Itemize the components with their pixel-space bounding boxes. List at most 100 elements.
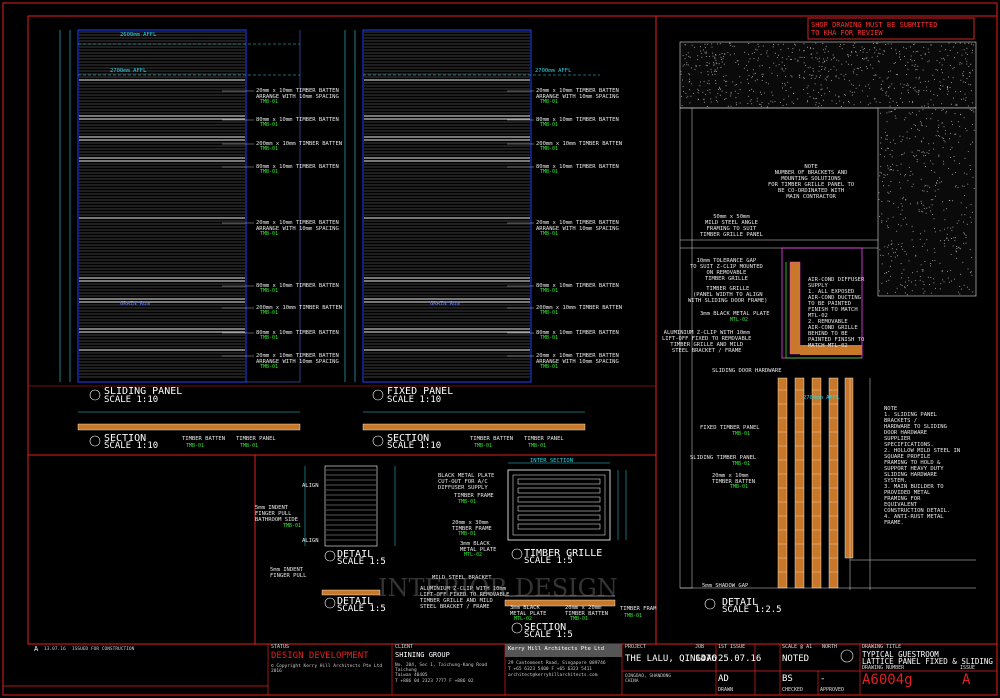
- sliding-panel-scale: SCALE 1:10: [104, 395, 159, 405]
- finger-pull-tag: TMB-01: [283, 523, 302, 529]
- sliding-batten-tag: TMB-01: [260, 231, 279, 237]
- scale-label: SCALE @ A1: [782, 644, 813, 650]
- ld-affl: 2700mm AFFL: [803, 395, 840, 401]
- section-right-scale: SCALE 1:10: [387, 441, 442, 451]
- revision-letter: A: [34, 645, 39, 653]
- finger-align-top: ALIGN: [302, 483, 319, 489]
- fixed-batten-tag: TMB-01: [540, 335, 559, 341]
- fixed-panel-scale: SCALE 1:10: [387, 395, 442, 405]
- sliding-batten-tag: TMB-01: [260, 146, 279, 152]
- ld-hardware: SLIDING DOOR HARDWARE: [712, 368, 782, 374]
- ld-fixed-timber: FIXED TIMBER PANEL: [700, 425, 760, 431]
- sliding-batten-tag: TMB-01: [260, 310, 279, 316]
- revision-date: 13.07.16: [44, 647, 66, 652]
- ld-zclip: ALUMINIUM Z-CLIP WITH 10mm LIFT-OFF FIXE…: [662, 330, 752, 354]
- section-left-scale: SCALE 1:10: [104, 441, 159, 451]
- revision-text: ISSUED FOR CONSTRUCTION: [72, 647, 135, 652]
- status-label: STATUS: [271, 644, 290, 650]
- ld-fixed-tag: TMB-01: [732, 431, 751, 437]
- ld-grille-panel: TIMBER GRILLE (PANEL WIDTH TO ALIGN WITH…: [688, 286, 768, 304]
- approved-label: APPROVED: [820, 687, 845, 693]
- ld-sliding-tag: TMB-01: [732, 461, 751, 467]
- large-detail-scale: SCALE 1:2.5: [722, 605, 782, 615]
- status-value: DESIGN DEVELOPMENT: [271, 651, 369, 661]
- sliding-batten-tag: TMB-01: [260, 364, 279, 370]
- section-right-batten-tag: TMB-01: [474, 443, 493, 449]
- sliding-batten-tag: TMB-01: [260, 288, 279, 294]
- detail-finger2-scale: SCALE 1:5: [337, 604, 386, 614]
- grille-section-label: INTER SECTION: [530, 458, 574, 464]
- architect-mail: architect@kerryhillarchitects.com: [508, 673, 598, 678]
- ld-note: NOTE NUMBER OF BRACKETS AND MOUNTING SOL…: [768, 164, 855, 200]
- ld-batten-tag: TMB-01: [730, 484, 749, 490]
- fixed-batten-tag: TMB-01: [540, 364, 559, 370]
- architect-tel: T +65 6323 5400 F +65 6323 5411: [508, 667, 592, 672]
- sliding-grain-run: GRAIN RUN: [120, 301, 150, 307]
- grille-metal-tag: MTL-02: [464, 552, 483, 558]
- sliding-dim-top: 2600mm AFFL: [120, 32, 157, 38]
- review-notice: SHOP DRAWING MUST BE SUBMITTED TO KHA FO…: [811, 21, 938, 37]
- section-grille-scale: SCALE 1:5: [524, 630, 573, 640]
- grille-scale: SCALE 1:5: [524, 556, 573, 566]
- sliding-batten-tag: TMB-01: [260, 169, 279, 175]
- first-issue-label: 1ST ISSUE: [718, 644, 746, 650]
- fixed-grain-run: GRAIN RUN: [430, 301, 460, 307]
- client-label: CLIENT: [395, 644, 414, 650]
- fixed-dim-second: 2700mm AFFL: [535, 68, 572, 74]
- architect-name: Kerry Hill Architects Pte Ltd: [508, 646, 605, 652]
- fixed-batten-tag: TMB-01: [540, 169, 559, 175]
- finger-align-bottom: ALIGN: [302, 538, 319, 544]
- grille-plate-note: BLACK METAL PLATE CUT-OUT FOR A/C DIFFUS…: [438, 473, 495, 491]
- section-left-batten-tag: TMB-01: [186, 443, 205, 449]
- north-label: NORTH: [822, 644, 838, 650]
- sliding-batten-tag: TMB-01: [260, 99, 279, 105]
- project-label: PROJECT: [625, 644, 647, 650]
- fixed-batten-tag: TMB-01: [540, 288, 559, 294]
- ld-angle: 50mm x 50mm MILD STEEL ANGLE FRAMING TO …: [700, 214, 763, 238]
- sliding-dim-second: 2700mm AFFL: [110, 68, 147, 74]
- section-right-panel-tag: TMB-01: [528, 443, 547, 449]
- client-value: SHINING GROUP: [395, 651, 450, 659]
- detail-finger-scale: SCALE 1:5: [337, 557, 386, 567]
- finger-pull-note: 5mm INDENT FINGER PULL BATHROOM SIDE: [255, 505, 299, 523]
- fixed-batten-tag: TMB-01: [540, 146, 559, 152]
- fixed-batten-tag: TMB-01: [540, 231, 559, 237]
- approved-value: -: [820, 674, 826, 684]
- fixed-batten-tag: TMB-01: [540, 99, 559, 105]
- sg-frame: TIMBER FRAM: [620, 606, 657, 612]
- checked-label: CHECKED: [782, 687, 804, 693]
- section-left-batten: TIMBER BATTEN: [182, 436, 226, 442]
- scale-value: NOTED: [782, 654, 810, 664]
- ld-gap: 10mm TOLERANCE GAP TO SUIT Z-CLIP MOUNTE…: [690, 258, 763, 282]
- fixed-batten-tag: TMB-01: [540, 310, 559, 316]
- job-value: 1476: [695, 654, 717, 664]
- architect-address: 29 Cantonment Road, Singapore 089746: [508, 661, 606, 666]
- fixed-batten-tag: TMB-01: [540, 122, 559, 128]
- checked-value: BS: [782, 674, 793, 684]
- grille-batten-tag: TMB-01: [458, 531, 477, 537]
- finger-pull-note-2: 5mm INDENT FINGER PULL: [270, 567, 307, 579]
- sg-batten-tag: TMB-01: [570, 616, 589, 622]
- sliding-batten-tag: TMB-01: [260, 122, 279, 128]
- ld-notes: NOTE 1. SLIDING PANEL BRACKETS / HARDWAR…: [884, 406, 961, 526]
- client-address: No. 204, Sec 1, Taichung-Kang Road Taich…: [395, 663, 488, 678]
- ld-aircon: AIR-COND DIFFUSER SUPPLY 1. ALL EXPOSED …: [808, 277, 865, 349]
- drawing-title-value: TYPICAL GUESTROOM LATTICE PANEL FIXED & …: [862, 650, 993, 666]
- drawing-number-value: A6004g: [862, 672, 913, 688]
- ld-plate-tag: MTL-02: [730, 317, 749, 323]
- grille-frame-tag: TMB-01: [458, 499, 477, 505]
- job-label: JOB: [695, 644, 705, 650]
- client-tel: T +886 04 2323 7777 F +886 02: [395, 679, 474, 684]
- issue-label: ISSUE: [960, 665, 976, 671]
- drawing-number-label: DRAWING NUMBER: [862, 665, 905, 671]
- watermark: INTERIOR DESIGN: [378, 574, 618, 602]
- drawn-label: DRAWN: [718, 687, 734, 693]
- sg-frame-tag: TMB-01: [624, 613, 643, 619]
- section-right-panel: TIMBER PANEL: [524, 436, 564, 442]
- sliding-batten-tag: TMB-01: [260, 335, 279, 341]
- drawing-sheet: { "sheet": { "notice": "SHOP DRAWING MUS…: [0, 0, 1000, 698]
- section-left-panel: TIMBER PANEL: [236, 436, 276, 442]
- ld-shadow: 5mm SHADOW GAP: [702, 583, 749, 589]
- project-address: QINGDAO, SHANDONG CHINA: [625, 674, 672, 684]
- section-right-batten: TIMBER BATTEN: [470, 436, 514, 442]
